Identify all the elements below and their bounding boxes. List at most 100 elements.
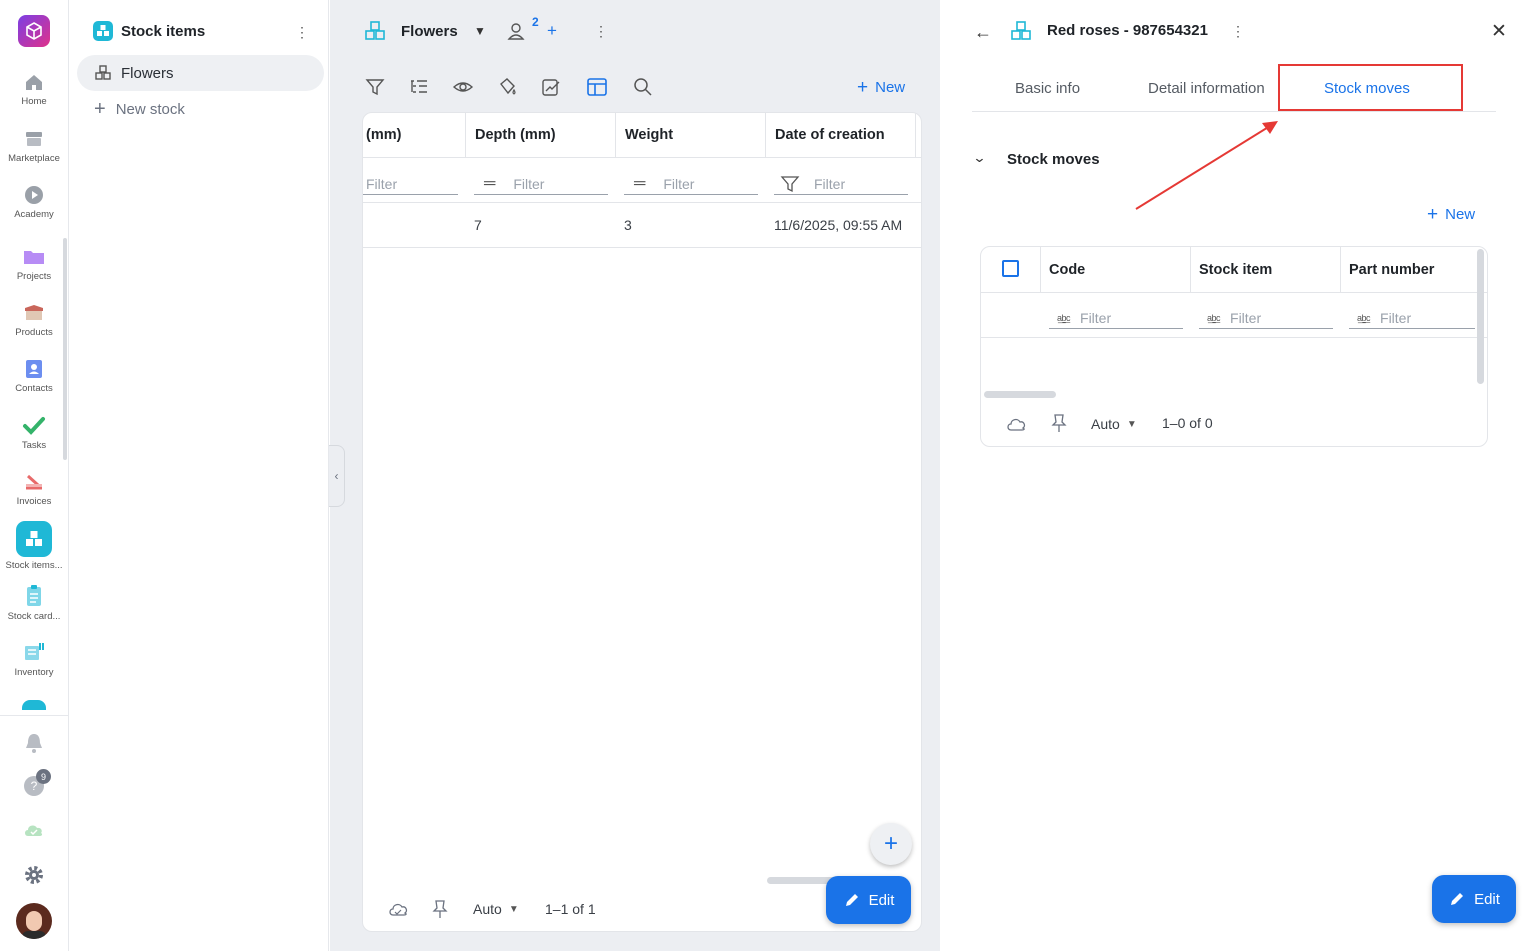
rail-item-academy[interactable]: Academy: [0, 184, 68, 220]
pencil-icon: [1451, 893, 1464, 905]
record-more-icon[interactable]: ⋮: [1231, 23, 1245, 40]
back-arrow-icon[interactable]: ←: [974, 22, 992, 43]
column-header[interactable]: Weight: [616, 113, 766, 157]
text-filter-icon: a͟b͟c: [1207, 312, 1221, 323]
cell-weight: 3: [624, 217, 632, 233]
rail-item-contacts[interactable]: Contacts: [0, 358, 68, 394]
stock-view-icon: [95, 65, 111, 80]
rail-item-marketplace[interactable]: Marketplace: [0, 128, 68, 164]
clipboard-icon: [27, 585, 41, 606]
members-count: 2: [532, 15, 539, 29]
plus-icon: +: [1427, 204, 1439, 225]
plus-icon: +: [857, 77, 869, 98]
rail-scrollbar[interactable]: [63, 238, 67, 460]
check-icon: [23, 417, 45, 435]
stock-view-icon: [364, 20, 386, 42]
filter-input[interactable]: Filter: [363, 173, 458, 195]
chevron-down-icon[interactable]: ▼: [474, 24, 486, 38]
rail-divider: [0, 715, 68, 716]
record-title: Red roses - 987654321: [1047, 22, 1208, 39]
new-stock-move-button[interactable]: + New: [1427, 205, 1475, 224]
annotation-arrow: [1135, 121, 1278, 210]
sidebar: Stock items ⋮ Flowers + New stock: [69, 0, 329, 951]
chevron-down-icon: ▼: [508, 903, 519, 915]
filter-input[interactable]: ═ Filter: [624, 173, 758, 195]
collapse-sidebar-handle[interactable]: ‹: [329, 445, 345, 507]
group-icon[interactable]: [408, 76, 430, 98]
row-divider: [363, 247, 921, 248]
column-header[interactable]: Stock item: [1191, 247, 1341, 292]
row-height-select[interactable]: Auto ▼: [473, 901, 519, 917]
cloud-icon[interactable]: [1005, 416, 1027, 432]
rail-label: Academy: [14, 209, 54, 220]
rail-label: Inventory: [14, 667, 54, 678]
filter-input[interactable]: ═ Filter: [474, 173, 608, 195]
add-member-icon[interactable]: +: [547, 21, 557, 41]
view-title[interactable]: Flowers: [401, 23, 458, 40]
sidebar-item-new-stock[interactable]: + New stock: [77, 91, 324, 127]
avatar[interactable]: [16, 903, 52, 939]
filter-input[interactable]: a͟b͟c Filter: [1049, 307, 1183, 329]
sidebar-item-flowers[interactable]: Flowers: [77, 55, 324, 91]
rail-item-home[interactable]: Home: [0, 71, 68, 107]
members-icon[interactable]: [506, 21, 526, 41]
rail-item-inventory[interactable]: Inventory: [0, 640, 68, 678]
search-icon[interactable]: [632, 76, 654, 98]
sidebar-item-label: Flowers: [121, 64, 174, 82]
rail-item-products[interactable]: Products: [0, 302, 68, 338]
equals-operator-icon[interactable]: ═: [484, 175, 495, 193]
box-icon: [25, 305, 43, 320]
edit-chart-icon[interactable]: [540, 76, 562, 98]
add-fab-button[interactable]: +: [870, 823, 912, 865]
notifications-icon[interactable]: [23, 731, 45, 755]
row-height-select[interactable]: Auto ▼: [1091, 416, 1137, 432]
filter-input[interactable]: a͟b͟c Filter: [1349, 307, 1475, 329]
new-record-label: New: [875, 79, 906, 96]
cloud-sync-icon[interactable]: [22, 821, 46, 839]
select-all-checkbox[interactable]: [1002, 260, 1019, 277]
text-filter-icon: a͟b͟c: [1357, 312, 1371, 323]
column-header[interactable]: Code: [1041, 247, 1191, 292]
filter-divider: [981, 337, 1487, 338]
close-icon[interactable]: ✕: [1491, 20, 1507, 43]
help-badge: 9: [36, 769, 51, 784]
play-icon: [25, 186, 43, 204]
rail-item-stock-items[interactable]: Stock items...: [0, 521, 68, 571]
column-header[interactable]: (mm): [363, 113, 466, 157]
chevron-down-icon[interactable]: ⌄: [972, 150, 986, 166]
rail-item-stock-cards[interactable]: Stock card...: [0, 584, 68, 622]
eye-icon[interactable]: [452, 76, 474, 98]
column-header[interactable]: Part number: [1341, 247, 1476, 292]
records-grid: (mm) Depth (mm) Weight Date of creation …: [362, 112, 922, 932]
tab-detail-information[interactable]: Detail information: [1148, 80, 1265, 97]
filter-icon[interactable]: [364, 76, 386, 98]
paint-bucket-icon[interactable]: [496, 76, 518, 98]
equals-operator-icon[interactable]: ═: [634, 175, 645, 193]
horizontal-scrollbar[interactable]: [984, 391, 1056, 398]
column-header[interactable]: Depth (mm): [466, 113, 616, 157]
filter-operator-icon[interactable]: [780, 175, 800, 193]
view-more-icon[interactable]: ⋮: [594, 23, 608, 40]
filter-input[interactable]: Filter: [774, 173, 908, 195]
layout-icon[interactable]: [586, 76, 608, 98]
settings-icon[interactable]: [23, 864, 45, 886]
rail-item-tasks[interactable]: Tasks: [0, 415, 68, 451]
tab-basic-info[interactable]: Basic info: [1015, 80, 1080, 97]
home-icon: [26, 75, 42, 90]
cloud-icon[interactable]: [387, 901, 409, 917]
sidebar-more-icon[interactable]: ⋮: [295, 24, 309, 41]
rail-label: Marketplace: [8, 153, 60, 164]
pin-icon[interactable]: [432, 899, 448, 919]
pin-icon[interactable]: [1051, 413, 1067, 433]
rail-item-projects[interactable]: Projects: [0, 246, 68, 282]
vertical-scrollbar[interactable]: [1477, 249, 1484, 384]
new-record-button[interactable]: + New: [857, 78, 905, 97]
edit-button[interactable]: Edit: [1432, 875, 1516, 923]
filter-input[interactable]: a͟b͟c Filter: [1199, 307, 1333, 329]
plus-icon: +: [883, 830, 898, 857]
edit-button[interactable]: Edit: [826, 876, 911, 924]
column-header[interactable]: Date of creation: [766, 113, 916, 157]
rail-item-invoices[interactable]: Invoices: [0, 471, 68, 507]
invoice-icon: [26, 474, 42, 490]
app-logo[interactable]: [18, 15, 50, 47]
